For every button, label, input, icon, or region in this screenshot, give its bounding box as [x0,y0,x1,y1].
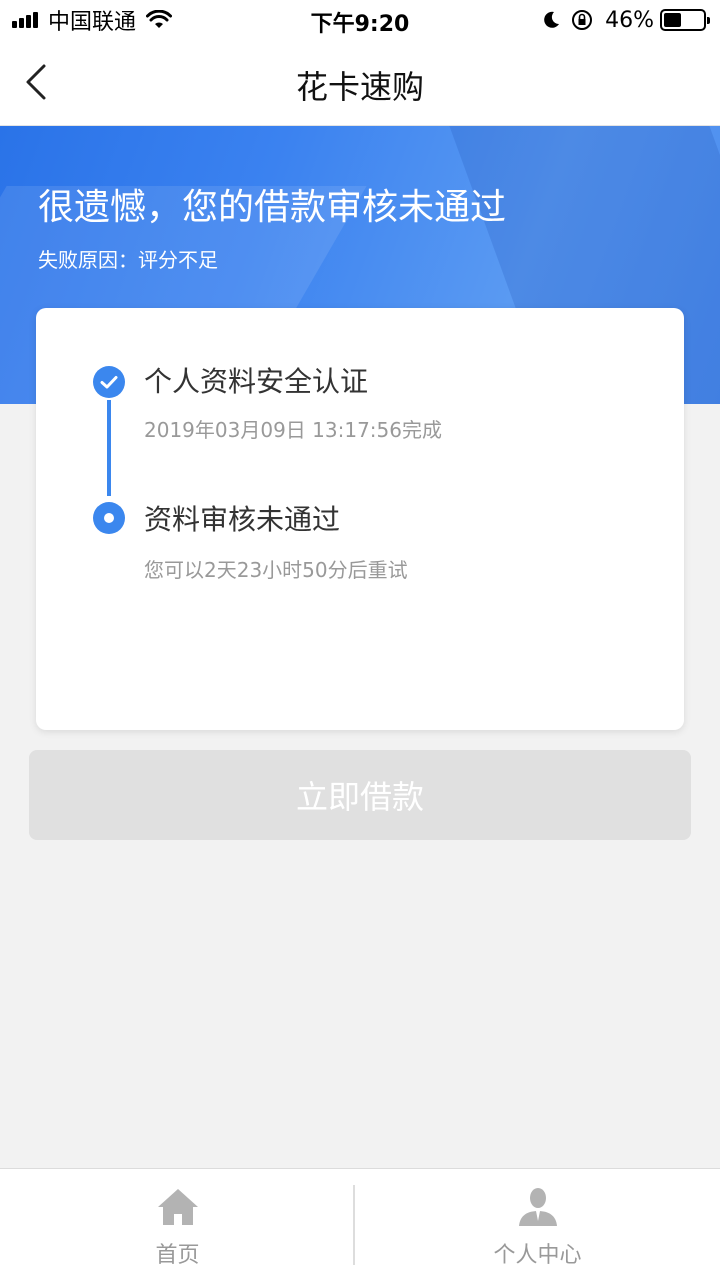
tab-home-label: 首页 [155,1243,200,1268]
tab-profile[interactable]: 个人中心 [355,1169,720,1280]
failure-reason-value: 评分不足 [138,248,218,272]
status-right: 46% [541,6,710,34]
battery-icon [660,9,710,31]
failure-reason: 失败原因： 评分不足 [38,244,218,273]
step-title-2: 资料审核未通过 [144,503,341,536]
page-title: 花卡速购 [295,68,424,106]
result-title: 很遗憾，您的借款审核未通过 [38,187,507,228]
user-icon [518,1188,557,1226]
failure-reason-label: 失败原因： [38,248,138,272]
progress-card: 个人资料安全认证 2019年03月09日 13:17:56完成 资料审核未通过 … [36,308,684,730]
check-circle-icon [93,366,125,398]
status-bar: 中国联通 下午9:20 46% [0,0,720,40]
nav-bar: 花卡速购 [0,40,720,126]
rotation-lock-icon [572,10,593,30]
step-subtitle-1: 2019年03月09日 13:17:56完成 [144,418,442,442]
step-title-1: 个人资料安全认证 [144,365,369,398]
dot-circle-icon [93,502,125,534]
borrow-now-button[interactable]: 立即借款 [29,750,691,840]
tab-bar: 首页 个人中心 [0,1168,720,1280]
tab-home[interactable]: 首页 [0,1169,355,1280]
step-connector [107,400,111,496]
home-icon [157,1189,198,1225]
moon-icon [544,11,560,28]
step-subtitle-2: 您可以2天23小时50分后重试 [144,558,408,582]
battery-percent: 46% [605,7,654,33]
tab-profile-label: 个人中心 [493,1243,582,1268]
